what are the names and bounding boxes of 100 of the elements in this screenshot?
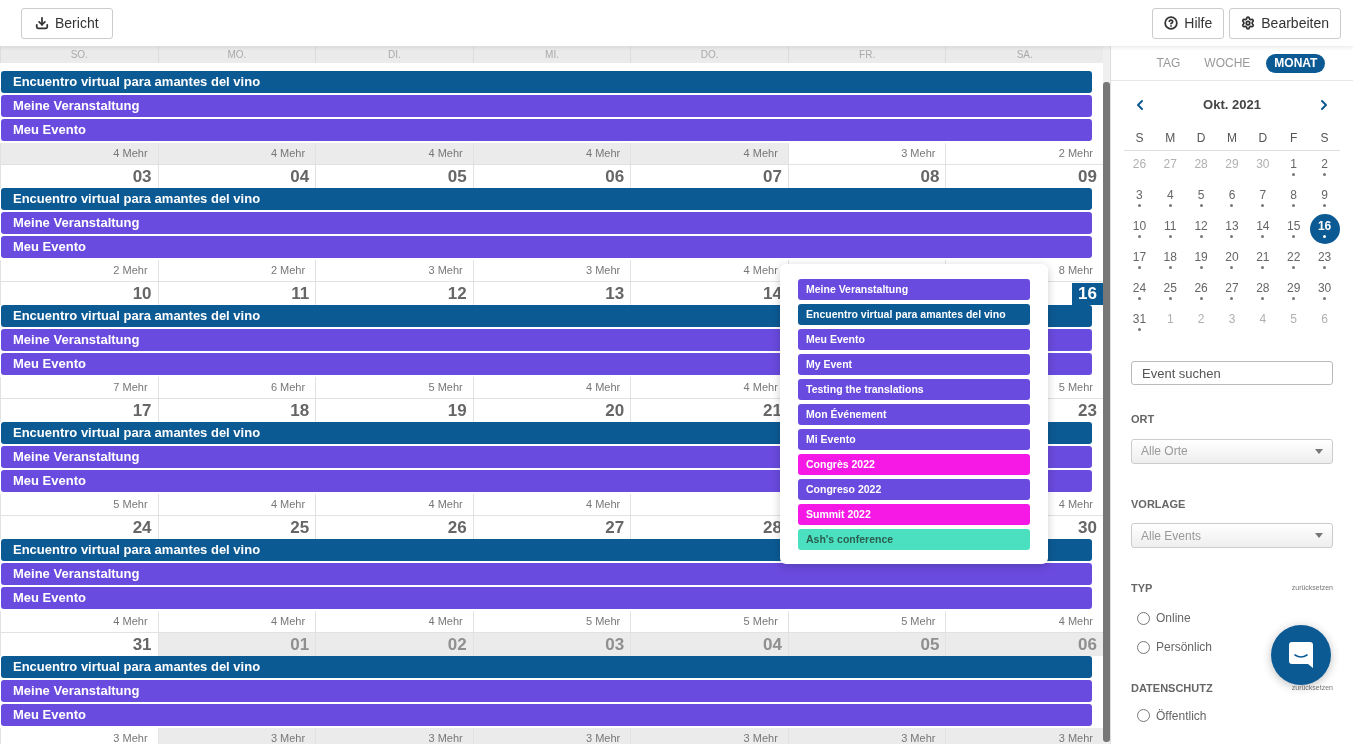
day-number[interactable]: 16: [1072, 282, 1103, 305]
event-bar[interactable]: Encuentro virtual para amantes del vino: [1, 71, 1092, 93]
event-item[interactable]: My Event: [798, 354, 1030, 375]
more-link[interactable]: 4 Mehr: [743, 262, 778, 279]
more-link[interactable]: 4 Mehr: [428, 613, 463, 630]
mini-calendar-day[interactable]: 17: [1124, 244, 1155, 275]
more-link[interactable]: 4 Mehr: [113, 145, 148, 162]
event-bar[interactable]: Meu Evento: [1, 704, 1092, 726]
more-link[interactable]: 5 Mehr: [428, 379, 463, 396]
mini-calendar-day[interactable]: 9: [1309, 182, 1340, 213]
more-link[interactable]: 4 Mehr: [113, 613, 148, 630]
more-link[interactable]: 3 Mehr: [428, 262, 463, 279]
mini-calendar-day[interactable]: 6: [1217, 182, 1247, 213]
more-link[interactable]: 8 Mehr: [1058, 262, 1093, 279]
mini-calendar-day[interactable]: 21: [1247, 244, 1278, 275]
event-item[interactable]: Testing the translations: [798, 379, 1030, 400]
mini-calendar-day[interactable]: 19: [1186, 244, 1217, 275]
mini-calendar-day[interactable]: 28: [1247, 275, 1278, 306]
view-tab[interactable]: MONAT: [1266, 53, 1326, 73]
event-bar[interactable]: Meu Evento: [1, 119, 1092, 141]
day-number[interactable]: 19: [441, 399, 473, 422]
more-link[interactable]: 5 Mehr: [113, 496, 148, 513]
mini-calendar-day[interactable]: 13: [1217, 213, 1247, 244]
help-button[interactable]: Hilfe: [1152, 7, 1225, 39]
event-bar[interactable]: Meu Evento: [1, 587, 1092, 609]
more-link[interactable]: 4 Mehr: [743, 379, 778, 396]
more-link[interactable]: 4 Mehr: [586, 379, 621, 396]
event-bar[interactable]: Meine Veranstaltung: [1, 95, 1092, 117]
more-link[interactable]: 3 Mehr: [586, 730, 621, 744]
more-link[interactable]: 5 Mehr: [1058, 379, 1093, 396]
day-number[interactable]: 24: [126, 516, 158, 539]
day-number[interactable]: 06: [599, 165, 631, 188]
chat-button[interactable]: [1271, 625, 1331, 685]
more-link[interactable]: 6 Mehr: [270, 379, 306, 396]
event-item[interactable]: Meine Veranstaltung: [798, 279, 1030, 300]
scrollbar-thumb[interactable]: [1103, 82, 1110, 742]
more-link[interactable]: 2 Mehr: [1058, 145, 1093, 162]
event-item[interactable]: Congrès 2022: [798, 454, 1030, 475]
event-item[interactable]: Mon Événement: [798, 404, 1030, 425]
mini-calendar-day[interactable]: 10: [1124, 213, 1155, 244]
event-bar[interactable]: Meine Veranstaltung: [1, 563, 1092, 585]
event-bar[interactable]: Meu Evento: [1, 236, 1092, 258]
mini-calendar-day[interactable]: 30: [1309, 275, 1340, 306]
day-number[interactable]: 12: [441, 282, 473, 305]
more-link[interactable]: 2 Mehr: [113, 262, 148, 279]
day-number[interactable]: 18: [284, 399, 316, 422]
more-link[interactable]: 3 Mehr: [113, 730, 148, 744]
day-number[interactable]: 25: [284, 516, 316, 539]
more-link[interactable]: 4 Mehr: [428, 496, 463, 513]
mini-calendar-day[interactable]: 23: [1309, 244, 1340, 275]
radio-button[interactable]: [1137, 640, 1150, 654]
day-number[interactable]: 11: [285, 282, 316, 305]
more-link[interactable]: 2 Mehr: [270, 262, 306, 279]
view-tab[interactable]: WOCHE: [1196, 53, 1259, 73]
more-link[interactable]: 3 Mehr: [1058, 730, 1093, 744]
mini-calendar-day[interactable]: 26: [1186, 275, 1217, 306]
more-link[interactable]: 3 Mehr: [428, 730, 463, 744]
event-item[interactable]: Summit 2022: [798, 504, 1030, 525]
event-item[interactable]: Congreso 2022: [798, 479, 1030, 500]
event-item[interactable]: Encuentro virtual para amantes del vino: [798, 304, 1030, 325]
day-number[interactable]: 27: [599, 516, 631, 539]
more-link[interactable]: 4 Mehr: [270, 145, 306, 162]
more-link[interactable]: 3 Mehr: [743, 730, 778, 744]
mini-calendar-day[interactable]: 24: [1124, 275, 1155, 306]
more-link[interactable]: 4 Mehr: [743, 145, 778, 162]
more-link[interactable]: 3 Mehr: [901, 145, 936, 162]
radio-button[interactable]: [1137, 709, 1150, 722]
day-number[interactable]: 26: [441, 516, 473, 539]
day-number[interactable]: 31: [126, 633, 158, 656]
day-number[interactable]: 04: [284, 165, 316, 188]
mini-calendar-day[interactable]: 2: [1309, 151, 1340, 182]
more-link[interactable]: 4 Mehr: [586, 145, 621, 162]
mini-calendar-day[interactable]: 16: [1309, 213, 1340, 244]
report-button[interactable]: Bericht: [21, 7, 113, 39]
mini-calendar-day[interactable]: 25: [1155, 275, 1186, 306]
day-number[interactable]: 30: [1072, 516, 1103, 539]
more-link[interactable]: 3 Mehr: [901, 730, 936, 744]
view-tab[interactable]: TAG: [1148, 53, 1189, 73]
event-bar[interactable]: Encuentro virtual para amantes del vino: [1, 188, 1092, 210]
mini-calendar-day[interactable]: 15: [1278, 213, 1309, 244]
radio-button[interactable]: [1137, 611, 1150, 625]
mini-calendar-day[interactable]: 5: [1186, 182, 1217, 213]
mini-calendar-day[interactable]: 18: [1155, 244, 1186, 275]
day-number[interactable]: 13: [599, 282, 631, 305]
event-item[interactable]: Mi Evento: [798, 429, 1030, 450]
mini-calendar-day[interactable]: 12: [1186, 213, 1217, 244]
mini-calendar-day[interactable]: 3: [1124, 182, 1155, 213]
event-bar[interactable]: Encuentro virtual para amantes del vino: [1, 656, 1092, 678]
mini-calendar-day[interactable]: 1: [1278, 151, 1309, 182]
search-field[interactable]: Event suchen: [1131, 361, 1333, 385]
more-link[interactable]: 5 Mehr: [743, 613, 778, 630]
mini-calendar-day[interactable]: 14: [1247, 213, 1278, 244]
more-link[interactable]: 5 Mehr: [586, 613, 621, 630]
day-number[interactable]: 17: [126, 399, 158, 422]
day-number[interactable]: 09: [1072, 165, 1103, 188]
more-link[interactable]: 4 Mehr: [270, 496, 306, 513]
more-link[interactable]: 4 Mehr: [1058, 613, 1093, 630]
event-item[interactable]: Ash's conference: [798, 529, 1030, 550]
event-bar[interactable]: Meine Veranstaltung: [1, 680, 1092, 702]
more-link[interactable]: 3 Mehr: [270, 730, 306, 744]
